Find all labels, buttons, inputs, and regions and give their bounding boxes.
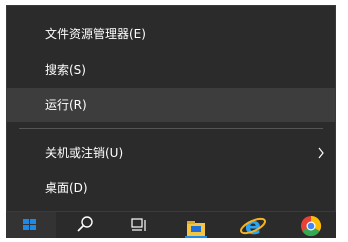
internet-explorer-icon: e (240, 212, 266, 238)
menu-item-desktop[interactable]: 桌面(D) (7, 171, 335, 205)
menu-item-label: 文件资源管理器(E) (45, 27, 146, 41)
svg-text:e: e (245, 212, 261, 238)
menu-item-label: 运行(R) (45, 98, 87, 112)
internet-explorer-button[interactable]: e (228, 212, 278, 238)
windows-start-icon (23, 219, 36, 230)
menu-item-shutdown-signout[interactable]: 关机或注销(U) (7, 136, 335, 170)
file-explorer-icon (185, 221, 207, 238)
chrome-button[interactable] (286, 212, 336, 238)
menu-item-run[interactable]: 运行(R) (7, 88, 335, 122)
chrome-icon (301, 215, 322, 237)
search-icon (77, 216, 93, 232)
task-view-button[interactable] (112, 212, 162, 238)
menu-item-search[interactable]: 搜索(S) (7, 53, 335, 87)
menu-item-label: 搜索(S) (45, 63, 86, 77)
menu-item-file-explorer[interactable]: 文件资源管理器(E) (7, 17, 335, 51)
winx-context-menu: 文件资源管理器(E) 搜索(S) 运行(R) 关机或注销(U) 桌面(D) (6, 5, 336, 212)
menu-item-label: 关机或注销(U) (45, 146, 124, 160)
taskbar: e (6, 212, 336, 238)
search-button[interactable] (58, 212, 108, 238)
chevron-right-icon (316, 136, 326, 170)
menu-separator (19, 128, 323, 129)
file-explorer-button[interactable] (171, 212, 221, 238)
start-button[interactable] (6, 212, 56, 238)
task-view-icon (131, 218, 146, 231)
menu-item-label: 桌面(D) (45, 181, 88, 195)
